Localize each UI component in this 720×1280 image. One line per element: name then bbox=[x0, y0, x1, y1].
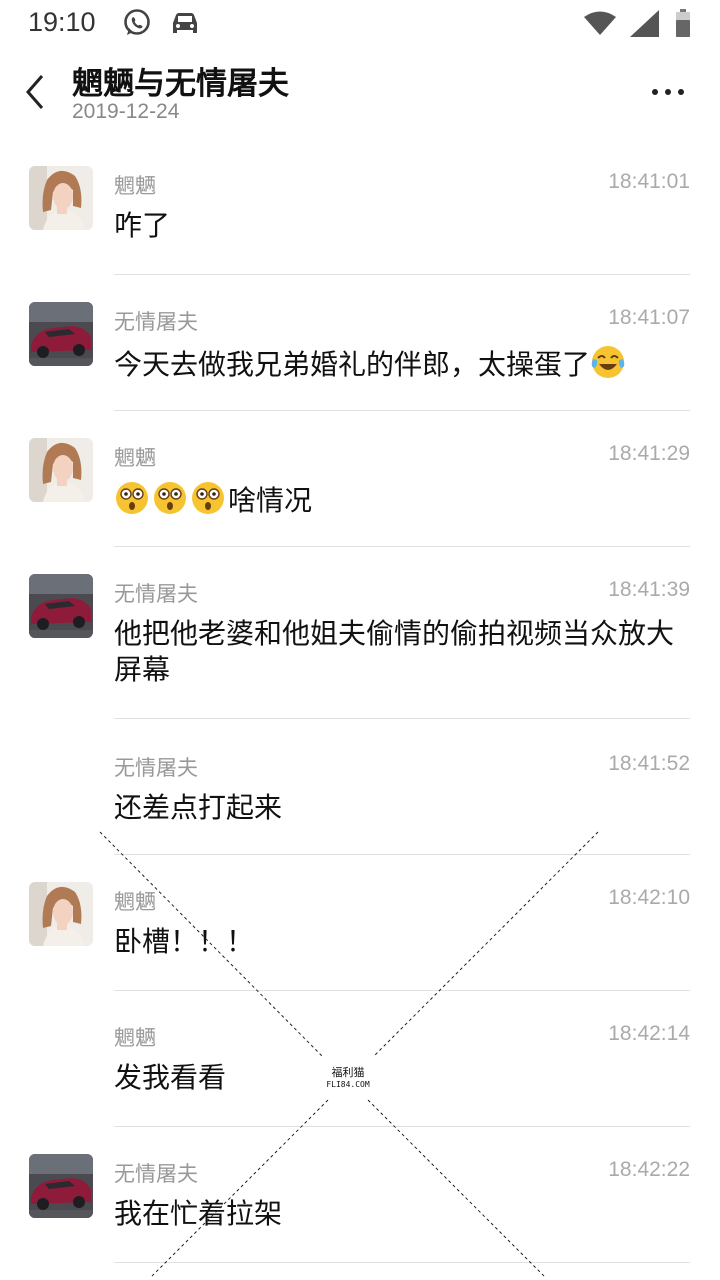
status-bar: 19:10 bbox=[0, 0, 720, 50]
message-text-content: 啥情况 bbox=[228, 484, 313, 517]
signal-icon bbox=[630, 10, 659, 37]
message-text: 发我看看 bbox=[114, 1061, 227, 1094]
back-button[interactable] bbox=[18, 70, 58, 114]
message-item[interactable]: 无情屠夫 18:41:52 还差点打起来 bbox=[0, 730, 720, 856]
message-item[interactable]: 魍魉 18:41:29 啥情况 bbox=[0, 422, 720, 548]
message-time: 18:42:22 bbox=[608, 1158, 690, 1181]
message-item[interactable]: 魍魉 18:42:10 卧槽！！！ bbox=[0, 866, 720, 992]
more-icon bbox=[652, 89, 684, 95]
message-time: 18:41:52 bbox=[608, 752, 690, 775]
message-text: 啥情况 bbox=[114, 480, 690, 519]
sender-name: 魍魉 bbox=[114, 174, 156, 198]
divider bbox=[114, 990, 690, 991]
divider bbox=[114, 1126, 690, 1127]
message-text: 还差点打起来 bbox=[114, 791, 283, 824]
avatar[interactable] bbox=[29, 1154, 93, 1218]
sender-name: 无情屠夫 bbox=[114, 310, 198, 334]
avatar[interactable] bbox=[29, 438, 93, 502]
wifi-icon bbox=[584, 11, 616, 35]
message-time: 18:41:01 bbox=[608, 170, 690, 193]
message-item[interactable]: 无情屠夫 18:42:22 我在忙着拉架 bbox=[0, 1138, 720, 1264]
astonished-emoji bbox=[116, 482, 148, 514]
message-text: 我在忙着拉架 bbox=[114, 1197, 283, 1230]
sender-name: 魍魉 bbox=[114, 890, 156, 914]
avatar[interactable] bbox=[29, 166, 93, 230]
avatar[interactable] bbox=[29, 882, 93, 946]
more-button[interactable] bbox=[640, 72, 696, 112]
tears-of-joy-emoji bbox=[591, 346, 625, 378]
message-time: 18:42:14 bbox=[608, 1022, 690, 1045]
message-item[interactable]: 魍魉 18:41:01 咋了 bbox=[0, 150, 720, 276]
chat-date: 2019-12-24 bbox=[72, 100, 180, 123]
divider bbox=[114, 854, 690, 855]
avatar[interactable] bbox=[29, 302, 93, 366]
whatsapp-icon bbox=[124, 9, 150, 35]
sender-name: 魍魉 bbox=[114, 446, 156, 470]
divider bbox=[114, 546, 690, 547]
battery-icon bbox=[676, 9, 690, 37]
message-item[interactable]: 无情屠夫 18:41:07 今天去做我兄弟婚礼的伴郎，太操蛋了 bbox=[0, 286, 720, 412]
message-time: 18:41:07 bbox=[608, 306, 690, 329]
status-time: 19:10 bbox=[28, 7, 96, 37]
astonished-emoji bbox=[154, 482, 186, 514]
message-item[interactable]: 魍魉 18:42:14 发我看看 bbox=[0, 1002, 720, 1128]
message-text-content: 今天去做我兄弟婚礼的伴郎，太操蛋了 bbox=[114, 348, 591, 381]
message-text: 他把他老婆和他姐夫偷情的偷拍视频当众放大屏幕 bbox=[114, 617, 675, 686]
sender-name: 魍魉 bbox=[114, 1026, 156, 1050]
chevron-left-icon bbox=[26, 75, 44, 109]
chat-header: 魍魉与无情屠夫 2019-12-24 bbox=[0, 50, 720, 140]
message-time: 18:42:10 bbox=[608, 886, 690, 909]
divider bbox=[114, 718, 690, 719]
divider bbox=[114, 410, 690, 411]
message-text: 今天去做我兄弟婚礼的伴郎，太操蛋了 bbox=[114, 344, 690, 383]
sender-name: 无情屠夫 bbox=[114, 582, 198, 606]
divider bbox=[114, 1262, 690, 1263]
message-text: 卧槽！！！ bbox=[114, 925, 255, 958]
message-text: 咋了 bbox=[114, 209, 171, 242]
avatar[interactable] bbox=[29, 574, 93, 638]
sender-name: 无情屠夫 bbox=[114, 1162, 198, 1186]
message-item[interactable]: 无情屠夫 18:41:39 他把他老婆和他姐夫偷情的偷拍视频当众放大屏幕 bbox=[0, 558, 720, 720]
message-time: 18:41:39 bbox=[608, 578, 690, 601]
message-time: 18:41:29 bbox=[608, 442, 690, 465]
astonished-emoji bbox=[192, 482, 224, 514]
car-icon bbox=[173, 13, 197, 33]
chat-title: 魍魉与无情屠夫 bbox=[72, 66, 289, 102]
divider bbox=[114, 274, 690, 275]
sender-name: 无情屠夫 bbox=[114, 756, 198, 780]
